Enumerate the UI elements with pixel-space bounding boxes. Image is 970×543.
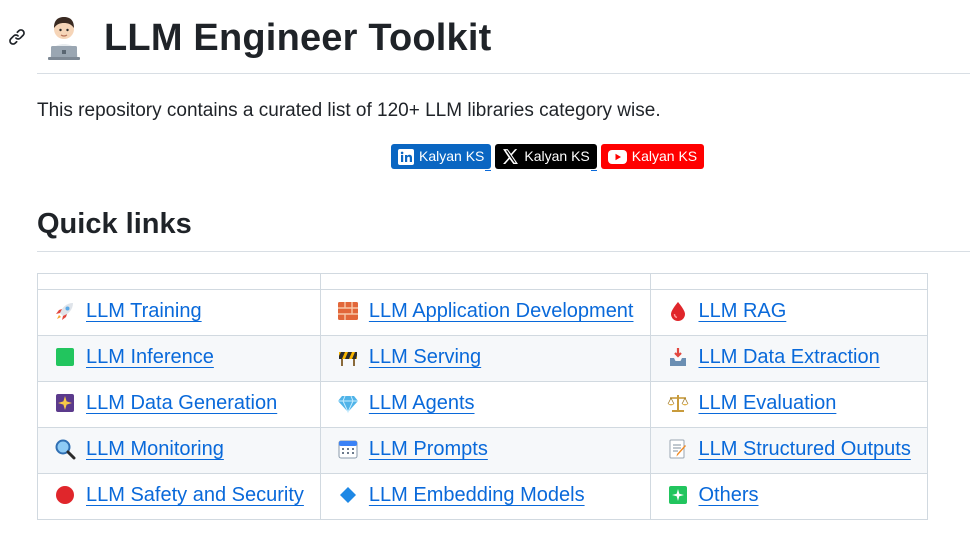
- quick-links-divider: [37, 251, 970, 252]
- blue-diamond-icon: [339, 487, 356, 503]
- intro-text: This repository contains a curated list …: [37, 100, 661, 121]
- technologist-icon: [48, 17, 80, 60]
- quick-links-heading: Quick links: [37, 208, 192, 240]
- link-llm-agents[interactable]: LLM Agents: [337, 390, 475, 416]
- table-cell: LLM Evaluation: [649, 381, 928, 428]
- link-llm-safety-and-security[interactable]: LLM Safety and Security: [54, 482, 304, 508]
- link-label: LLM Data Extraction: [698, 346, 880, 368]
- link-llm-training[interactable]: LLM Training: [54, 298, 202, 324]
- link-label: LLM Safety and Security: [86, 484, 304, 506]
- link-llm-data-extraction[interactable]: LLM Data Extraction: [667, 344, 880, 370]
- link-llm-application-development[interactable]: LLM Application Development: [337, 298, 634, 324]
- table-cell: LLM Training: [37, 289, 321, 336]
- x-badge[interactable]: Kalyan KS: [495, 144, 597, 169]
- table-cell: LLM Data Extraction: [649, 335, 928, 382]
- table-cell: LLM Agents: [319, 381, 651, 428]
- link-label: LLM Serving: [368, 346, 482, 368]
- bricks-icon: [337, 302, 358, 320]
- table-cell: LLM Serving: [319, 335, 651, 382]
- link-llm-rag[interactable]: LLM RAG: [667, 298, 787, 324]
- link-icon[interactable]: [8, 28, 26, 46]
- badge-underline: [590, 170, 597, 171]
- table-cell: Others: [649, 473, 928, 520]
- link-label: LLM Evaluation: [698, 392, 837, 414]
- table-cell: LLM Embedding Models: [319, 473, 651, 520]
- link-label: LLM Application Development: [368, 300, 634, 322]
- inbox-tray-icon: [669, 348, 686, 366]
- construction-icon: [338, 352, 357, 366]
- linkedin-badge[interactable]: Kalyan KS: [391, 144, 492, 169]
- table-cell: LLM Structured Outputs: [649, 427, 928, 474]
- memo-icon: [669, 439, 686, 459]
- sparkle-box-icon: [668, 486, 687, 504]
- table-row: LLM Monitoring LLM Prompts LLM Structure…: [37, 427, 928, 474]
- link-llm-evaluation[interactable]: LLM Evaluation: [667, 390, 837, 416]
- link-llm-data-generation[interactable]: LLM Data Generation: [54, 390, 277, 416]
- x-badge-label: Kalyan KS: [524, 148, 590, 164]
- red-circle-icon: [56, 486, 74, 504]
- table-cell: LLM Inference: [37, 335, 321, 382]
- table-header-cell: [649, 273, 928, 290]
- link-label: LLM Prompts: [368, 438, 488, 460]
- link-label: LLM Embedding Models: [368, 484, 585, 506]
- youtube-badge-label: Kalyan KS: [631, 148, 698, 164]
- page-title: LLM Engineer Toolkit: [104, 17, 492, 59]
- link-label: LLM Agents: [368, 392, 475, 414]
- table-row: LLM Data Generation LLM Agents LLM Evalu…: [37, 381, 928, 428]
- table-header-cell: [37, 273, 321, 290]
- link-label: LLM Monitoring: [86, 438, 224, 460]
- link-llm-serving[interactable]: LLM Serving: [337, 344, 481, 370]
- link-llm-structured-outputs[interactable]: LLM Structured Outputs: [667, 436, 911, 462]
- drop-icon: [670, 302, 685, 321]
- link-label: LLM Structured Outputs: [698, 438, 911, 460]
- linkedin-badge-label: Kalyan KS: [419, 148, 485, 164]
- link-label: LLM Training: [86, 300, 202, 322]
- youtube-badge[interactable]: Kalyan KS: [600, 144, 705, 169]
- youtube-badge-link[interactable]: Kalyan KS: [600, 144, 705, 171]
- table-cell: LLM Monitoring: [37, 427, 321, 474]
- calendar-icon: [338, 440, 358, 459]
- badge-underline: [485, 170, 492, 171]
- table-header-row: [37, 273, 928, 290]
- table-cell: LLM Safety and Security: [37, 473, 321, 520]
- x-badge-link[interactable]: Kalyan KS: [495, 144, 597, 171]
- table-row: LLM Training LLM Application Development: [37, 289, 928, 336]
- link-llm-monitoring[interactable]: LLM Monitoring: [54, 436, 224, 462]
- title-divider: [37, 73, 970, 74]
- link-label: LLM Data Generation: [86, 392, 278, 414]
- rocket-icon: [56, 303, 73, 320]
- link-label: LLM Inference: [86, 346, 214, 368]
- green-square-icon: [56, 348, 74, 366]
- link-llm-embedding-models[interactable]: LLM Embedding Models: [337, 482, 585, 508]
- table-cell: LLM Prompts: [319, 427, 651, 474]
- link-llm-inference[interactable]: LLM Inference: [54, 344, 214, 370]
- diamond-icon: [337, 395, 358, 414]
- sparkles-card-icon: [56, 394, 74, 412]
- link-llm-prompts[interactable]: LLM Prompts: [337, 436, 488, 462]
- table-row: LLM Inference LLM Serving LLM Data Extra…: [37, 335, 928, 382]
- linkedin-badge-link[interactable]: Kalyan KS: [391, 144, 492, 171]
- link-others[interactable]: Others: [667, 482, 759, 508]
- table-header-cell: [319, 273, 651, 290]
- social-badges: Kalyan KS Kalyan KS Kalyan KS: [391, 144, 705, 171]
- readme-page: LLM Engineer Toolkit This repository con…: [0, 0, 970, 543]
- linkedin-icon: [398, 148, 414, 165]
- table-cell: LLM Data Generation: [37, 381, 321, 428]
- magnifier-icon: [55, 439, 76, 460]
- balance-scale-icon: [667, 395, 688, 412]
- x-icon: [503, 149, 519, 164]
- link-label: LLM RAG: [698, 300, 787, 322]
- table-row: LLM Safety and Security LLM Embedding Mo…: [37, 473, 928, 520]
- quick-links-table: LLM Training LLM Application Development: [37, 273, 928, 520]
- link-label: Others: [698, 484, 759, 506]
- table-cell: LLM RAG: [649, 289, 928, 336]
- table-cell: LLM Application Development: [319, 289, 651, 336]
- youtube-icon: [607, 149, 627, 164]
